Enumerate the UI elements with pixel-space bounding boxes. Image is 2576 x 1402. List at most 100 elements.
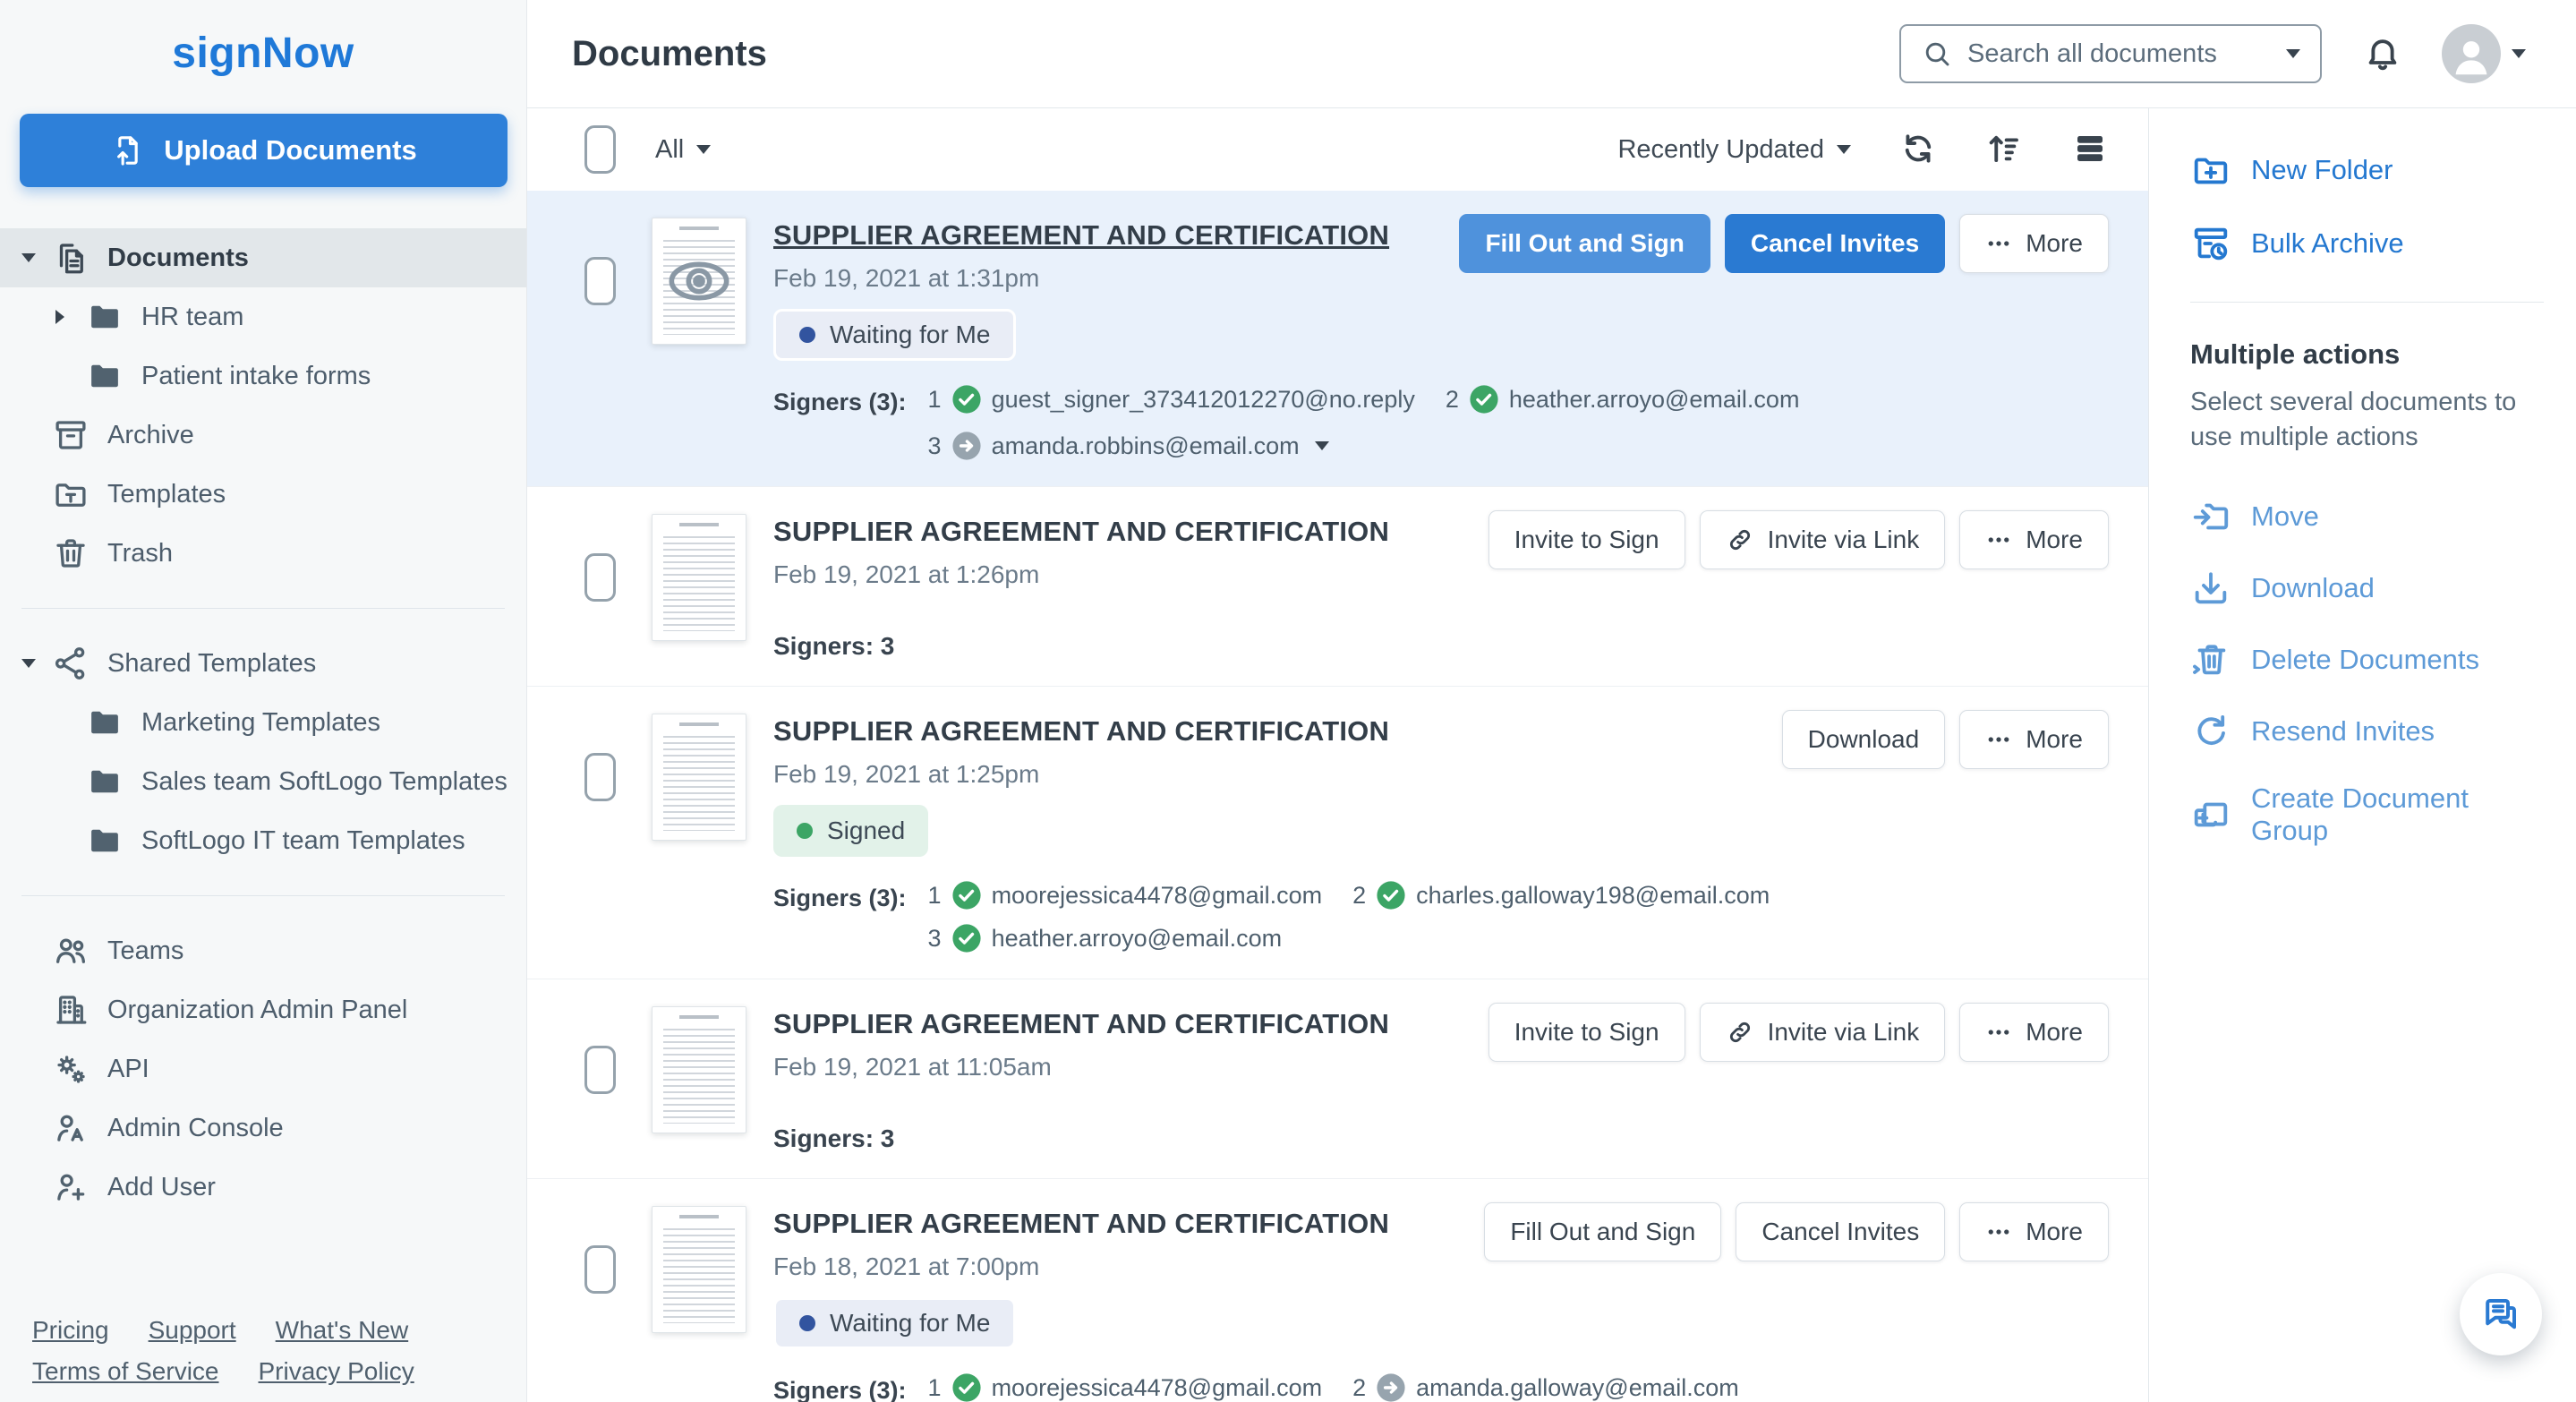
signed-check-icon <box>1376 880 1406 910</box>
gears-icon <box>52 1050 90 1088</box>
chat-button[interactable] <box>2460 1273 2542 1355</box>
delete-documents-button[interactable]: Delete Documents <box>2190 639 2544 680</box>
sort-order-button[interactable] <box>1985 130 2023 170</box>
search-box[interactable] <box>1899 24 2322 83</box>
notifications-button[interactable] <box>2363 33 2402 75</box>
create-document-group-button[interactable]: Create Document Group <box>2190 782 2544 847</box>
sort-dropdown[interactable]: Recently Updated <box>1617 135 1851 165</box>
signer-item[interactable]: 3 amanda.robbins@email.com <box>928 431 1329 461</box>
sidebar-item-label: Templates <box>107 479 226 509</box>
footer-link-privacy-policy[interactable]: Privacy Policy <box>259 1357 414 1385</box>
cancel-invites-button[interactable]: Cancel Invites <box>1736 1202 1946 1261</box>
more-button[interactable]: More <box>1959 510 2109 569</box>
button-label: Cancel Invites <box>1761 1218 1920 1245</box>
button-label: Invite to Sign <box>1514 526 1659 553</box>
document-thumbnail[interactable] <box>652 218 746 345</box>
delete-icon <box>2190 639 2231 680</box>
sidebar-item-documents[interactable]: Documents <box>0 228 526 287</box>
document-title[interactable]: SUPPLIER AGREEMENT AND CERTIFICATION <box>773 1008 1389 1040</box>
sidebar-item-organization-admin-panel[interactable]: Organization Admin Panel <box>0 980 526 1039</box>
refresh-button[interactable] <box>1899 130 1937 170</box>
footer-link-what-s-new[interactable]: What's New <box>276 1316 409 1344</box>
sidebar-item-shared-templates[interactable]: Shared Templates <box>0 634 526 693</box>
move-button[interactable]: Move <box>2190 496 2544 537</box>
signer-item: 2 amanda.galloway@email.com <box>1352 1372 1739 1402</box>
footer-link-terms-of-service[interactable]: Terms of Service <box>32 1357 219 1385</box>
filter-caret-icon <box>696 145 712 154</box>
fill-out-and-sign-button[interactable]: Fill Out and Sign <box>1484 1202 1722 1261</box>
row-checkbox[interactable] <box>584 553 616 602</box>
more-button[interactable]: More <box>1959 214 2109 273</box>
download-button[interactable]: Download <box>1781 710 1946 769</box>
more-button[interactable]: More <box>1959 710 2109 769</box>
button-label: More <box>2026 1018 2083 1046</box>
sidebar-item-templates[interactable]: Templates <box>0 465 526 524</box>
sidebar-item-marketing-templates[interactable]: Marketing Templates <box>0 693 526 752</box>
sidebar-item-add-user[interactable]: Add User <box>0 1158 526 1217</box>
select-all-checkbox[interactable] <box>584 125 616 174</box>
caret-down-icon <box>21 253 36 262</box>
document-title[interactable]: SUPPLIER AGREEMENT AND CERTIFICATION <box>773 715 1389 748</box>
sidebar-item-teams[interactable]: Teams <box>0 921 526 980</box>
sort-caret-icon <box>1837 145 1851 154</box>
panel-item-label: Download <box>2251 572 2375 604</box>
doc-group-icon <box>2190 794 2231 835</box>
row-checkbox[interactable] <box>584 1046 616 1094</box>
resend-invites-button[interactable]: Resend Invites <box>2190 711 2544 752</box>
invite-to-sign-button[interactable]: Invite to Sign <box>1488 1003 1685 1062</box>
folder-icon <box>86 298 124 336</box>
account-menu-caret-icon[interactable] <box>2512 49 2526 58</box>
row-checkbox[interactable] <box>584 1245 616 1294</box>
sidebar-item-sales-team-softlogo-templates[interactable]: Sales team SoftLogo Templates <box>0 752 526 811</box>
upload-documents-button[interactable]: Upload Documents <box>20 114 508 187</box>
user-avatar[interactable] <box>2442 24 2501 83</box>
document-title[interactable]: SUPPLIER AGREEMENT AND CERTIFICATION <box>773 1208 1389 1240</box>
signed-check-icon <box>1469 384 1499 415</box>
cancel-invites-button[interactable]: Cancel Invites <box>1724 214 1946 273</box>
document-thumbnail[interactable] <box>652 1206 746 1333</box>
document-thumbnail[interactable] <box>652 1006 746 1133</box>
signer-item: 1 moorejessica4478@gmail.com <box>928 1372 1322 1402</box>
upload-icon <box>110 133 146 168</box>
signer-number: 2 <box>1352 881 1367 909</box>
document-title[interactable]: SUPPLIER AGREEMENT AND CERTIFICATION <box>773 219 1389 252</box>
sidebar-item-trash[interactable]: Trash <box>0 524 526 583</box>
invite-via-link-button[interactable]: Invite via Link <box>1699 510 1946 569</box>
more-button[interactable]: More <box>1959 1202 2109 1261</box>
sidebar-item-label: Teams <box>107 936 184 965</box>
sidebar-item-softlogo-it-team-templates[interactable]: SoftLogo IT team Templates <box>0 811 526 870</box>
download-button[interactable]: Download <box>2190 568 2544 609</box>
footer-link-support[interactable]: Support <box>149 1316 236 1344</box>
document-title[interactable]: SUPPLIER AGREEMENT AND CERTIFICATION <box>773 516 1389 548</box>
button-label: More <box>2026 725 2083 753</box>
signer-item: 3 heather.arroyo@email.com <box>928 923 1282 953</box>
fill-out-and-sign-button[interactable]: Fill Out and Sign <box>1459 214 1710 273</box>
invite-via-link-button[interactable]: Invite via Link <box>1699 1003 1946 1062</box>
document-thumbnail[interactable] <box>652 714 746 841</box>
sidebar-item-label: Shared Templates <box>107 648 317 678</box>
footer-link-pricing[interactable]: Pricing <box>32 1316 109 1344</box>
sidebar-item-api[interactable]: API <box>0 1039 526 1099</box>
signer-number: 3 <box>927 432 942 459</box>
signer-dropdown-caret-icon[interactable] <box>1314 441 1329 450</box>
more-button[interactable]: More <box>1959 1003 2109 1062</box>
button-label: Fill Out and Sign <box>1485 229 1685 257</box>
document-thumbnail[interactable] <box>652 514 746 641</box>
search-scope-caret-icon[interactable] <box>2286 49 2300 58</box>
sidebar-item-admin-console[interactable]: Admin Console <box>0 1099 526 1158</box>
invite-to-sign-button[interactable]: Invite to Sign <box>1488 510 1685 569</box>
row-actions: Fill Out and Sign Cancel Invites More <box>1484 1202 2109 1261</box>
filter-dropdown[interactable]: All <box>655 135 712 165</box>
new-folder-button[interactable]: New Folder <box>2190 150 2544 191</box>
more-icon <box>1985 1218 2012 1245</box>
view-mode-button[interactable] <box>2071 130 2109 170</box>
row-checkbox[interactable] <box>584 753 616 801</box>
sidebar-item-patient-intake-forms[interactable]: Patient intake forms <box>0 346 526 406</box>
row-actions: Download More <box>1781 710 2109 769</box>
sidebar-item-hr-team[interactable]: HR team <box>0 287 526 346</box>
signers-count: Signers: 3 <box>773 1124 895 1152</box>
row-checkbox[interactable] <box>584 257 616 305</box>
bulk-archive-button[interactable]: Bulk Archive <box>2190 223 2544 264</box>
search-input[interactable] <box>1967 38 2272 69</box>
sidebar-item-archive[interactable]: Archive <box>0 406 526 465</box>
